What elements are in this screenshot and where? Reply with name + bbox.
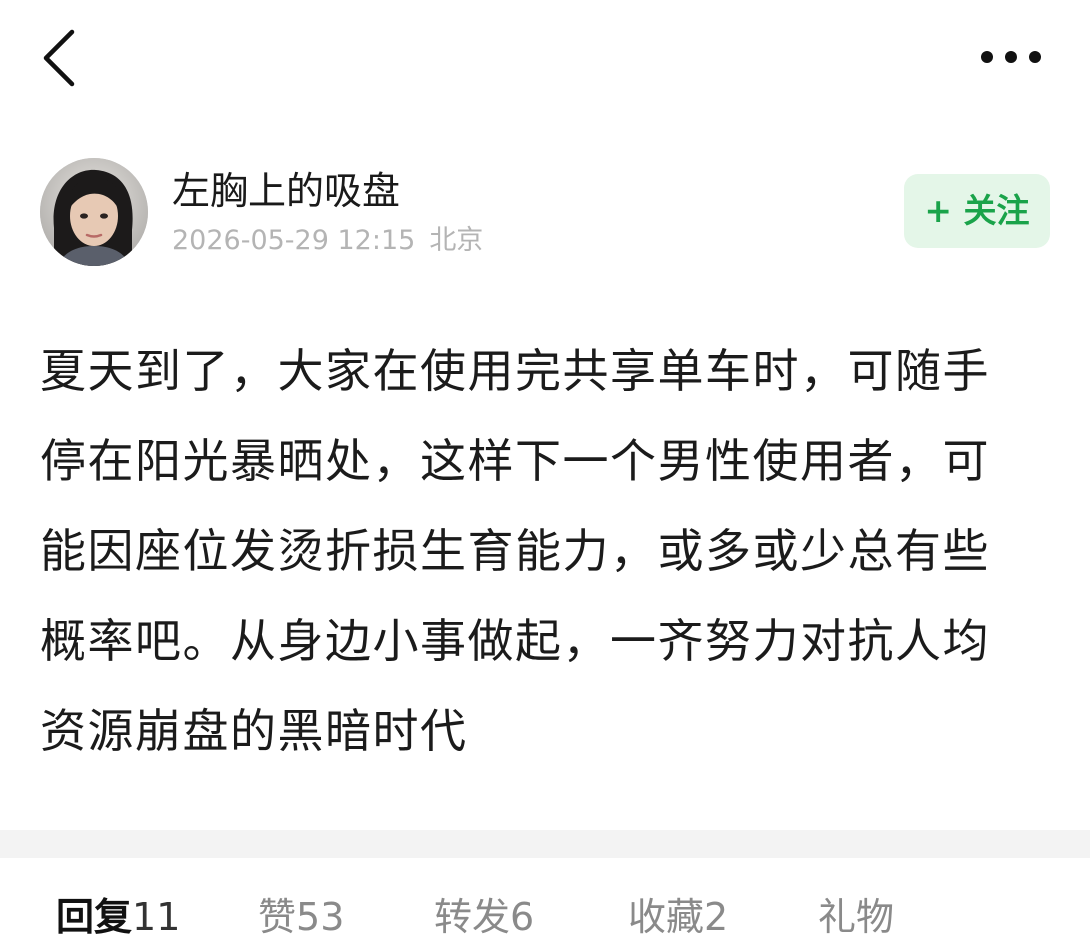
more-button[interactable] (978, 44, 1044, 70)
top-bar (0, 0, 1090, 120)
tab-reposts[interactable]: 转发6 (434, 894, 534, 940)
back-button[interactable] (38, 28, 82, 88)
post-date: 2026-05-29 12:15 (172, 225, 416, 256)
post-meta: 2026-05-29 12:15 北京 (172, 224, 483, 258)
post-line: 停在阳光暴晒处，这样下一个男性使用者，可 (40, 434, 990, 488)
tab-count: 11 (132, 895, 181, 939)
tab-label: 礼物 (818, 895, 895, 939)
tab-count: 53 (296, 895, 345, 939)
post-line: 能因座位发烫折损生育能力，或多或少总有些 (40, 524, 990, 578)
chevron-left-icon (43, 29, 75, 87)
tab-favorites[interactable]: 收藏2 (628, 894, 728, 940)
post-body: 夏天到了，大家在使用完共享单车时，可随手 停在阳光暴晒处，这样下一个男性使用者，… (40, 326, 1050, 776)
interaction-tabs: 回复11 赞53 转发6 收藏2 礼物 (0, 858, 1090, 940)
tab-label: 转发 (434, 895, 511, 939)
post-line: 概率吧。从身边小事做起，一齐努力对抗人均 (40, 614, 990, 668)
avatar-portrait-icon (40, 158, 148, 266)
tab-count: 6 (510, 895, 535, 939)
post-line: 资源崩盘的黑暗时代 (40, 704, 468, 758)
tab-gifts[interactable]: 礼物 (818, 894, 894, 940)
tab-likes[interactable]: 赞53 (258, 894, 344, 940)
post-line: 夏天到了，大家在使用完共享单车时，可随手 (40, 344, 990, 398)
tab-label: 收藏 (628, 895, 705, 939)
more-horizontal-icon (981, 51, 1041, 63)
tab-label: 回复 (56, 895, 133, 939)
section-divider (0, 830, 1090, 858)
post-location: 北京 (429, 225, 484, 256)
avatar[interactable] (40, 158, 148, 266)
tab-label: 赞 (258, 895, 297, 939)
follow-button[interactable]: + 关注 (904, 174, 1050, 248)
author-row: 左胸上的吸盘 2026-05-29 12:15 北京 + 关注 (0, 150, 1090, 270)
tab-count: 2 (704, 895, 729, 939)
author-name[interactable]: 左胸上的吸盘 (172, 168, 400, 214)
tab-replies[interactable]: 回复11 (56, 894, 180, 940)
